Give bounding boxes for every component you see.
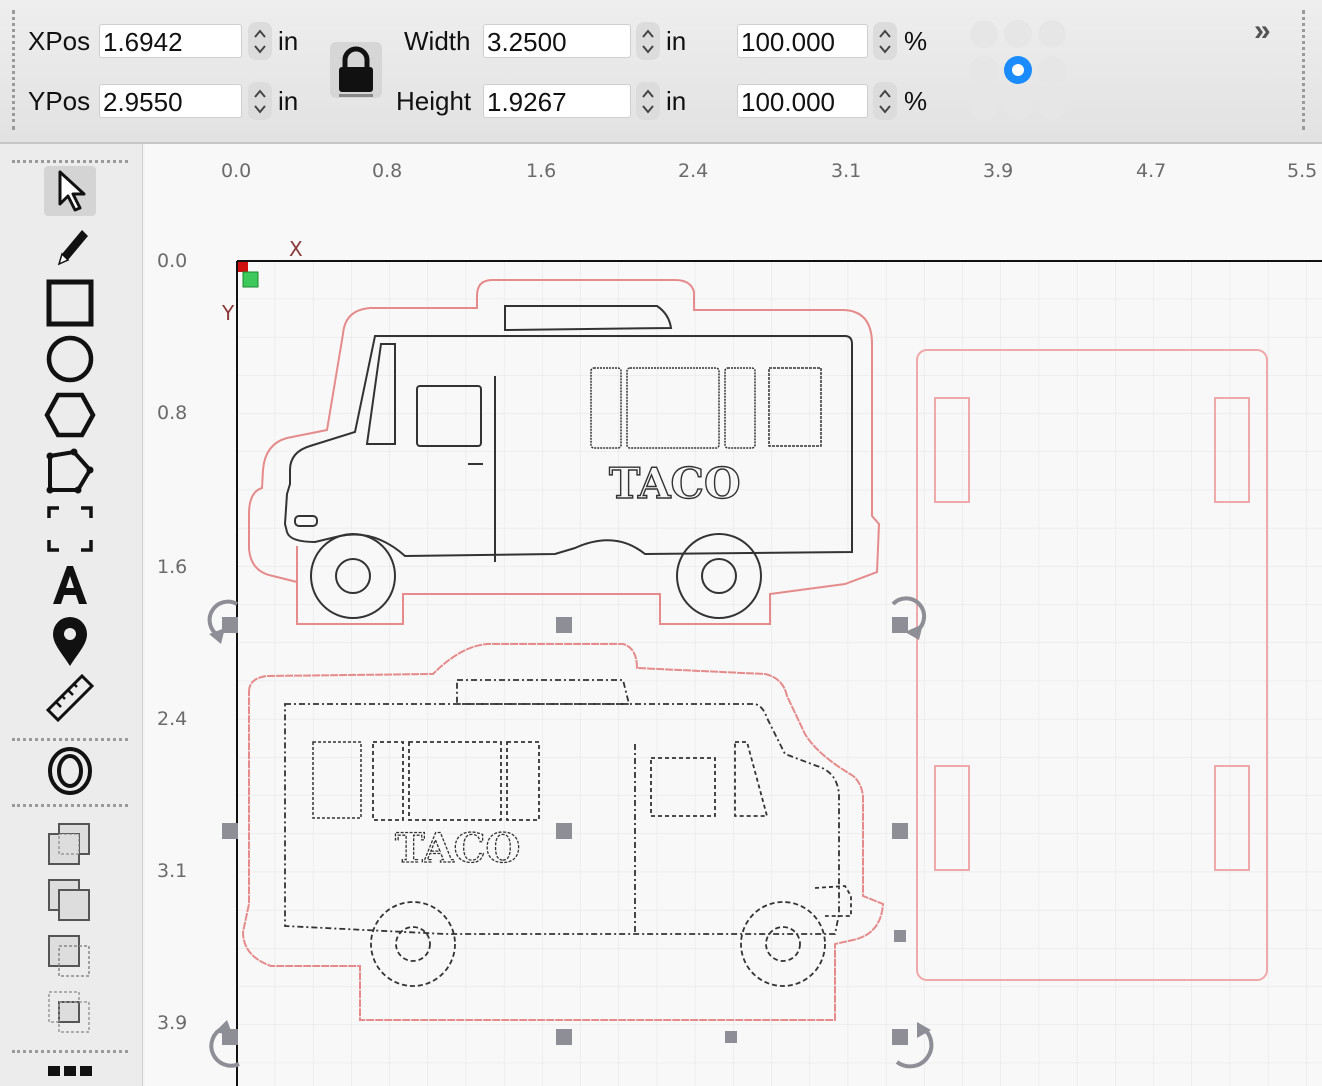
scale-y-unit: % [904,86,928,116]
frame-icon [47,506,93,552]
toolbar-grip[interactable] [12,10,15,130]
boolean-exclude-icon [48,991,90,1033]
offset-tool[interactable] [44,746,96,796]
resize-handle-bottom-right[interactable] [892,1029,908,1045]
ypos-label: YPos [28,86,91,116]
origin-x-label: X [289,237,303,261]
design-canvas[interactable]: 0.0 0.8 1.6 2.4 3.1 3.9 4.7 5.5 0.0 0.8 … [145,144,1322,1086]
height-input[interactable]: 1.9267 [483,84,631,118]
scale-y-input[interactable]: 100.000 [737,84,868,118]
width-label: Width [404,26,471,56]
boolean-intersect-tool[interactable] [44,932,96,982]
anchor-middle-left[interactable] [970,56,998,84]
top-toolbar: XPos 1.6942 in YPos 2.9550 in Width 3.25… [0,0,1322,144]
boolean-intersect-icon [48,935,90,977]
xpos-label: XPos [28,26,91,56]
lock-icon [339,46,373,97]
anchor-middle-right[interactable] [1038,56,1066,84]
anchor-top-left[interactable] [970,20,998,48]
resize-handle-right[interactable] [892,823,908,839]
lock-aspect-button[interactable] [330,42,382,98]
resize-handle-bottom-mid[interactable] [725,1031,737,1043]
polygon-tool[interactable] [44,390,96,440]
sidebar-divider-2 [12,804,128,807]
select-icon [58,170,86,212]
text-icon [53,566,87,604]
text-tool[interactable] [44,560,96,610]
polygon-icon [44,392,96,438]
ellipse-tool[interactable] [44,334,96,384]
resize-handle-top-right[interactable] [892,617,908,633]
origin-y-label: Y [221,301,235,325]
measure-icon [45,673,95,722]
scale-x-stepper[interactable] [873,22,897,60]
scale-x-unit: % [904,26,928,56]
origin-marker [238,262,248,272]
boolean-subtract-icon [48,879,90,921]
pencil-tool[interactable] [44,222,96,272]
toolbar-grip-right[interactable] [1302,10,1305,130]
xpos-unit: in [278,26,299,56]
ellipse-icon [46,335,94,383]
resize-handle-left[interactable] [222,823,238,839]
width-input[interactable]: 3.2500 [483,24,631,58]
pencil-icon [57,230,88,266]
boolean-subtract-tool[interactable] [44,876,96,926]
resize-handle-top-left[interactable] [222,617,238,633]
laser-position-marker [242,271,259,288]
anchor-top-center[interactable] [1004,20,1032,48]
node-polygon-tool[interactable] [44,446,96,496]
xpos-input[interactable]: 1.6942 [99,24,242,58]
sidebar-divider-3 [12,1050,128,1053]
resize-handle-bottom[interactable] [556,1029,572,1045]
boolean-union-tool[interactable] [44,820,96,870]
anchor-bottom-right[interactable] [1038,92,1066,120]
height-stepper[interactable] [636,82,660,120]
ypos-unit: in [278,86,299,116]
anchor-point-selector [965,18,1075,126]
offset-icon [48,747,92,795]
anchor-top-right[interactable] [1038,20,1066,48]
anchor-bottom-left[interactable] [970,92,998,120]
scale-y-stepper[interactable] [873,82,897,120]
sidebar-divider [12,738,128,741]
ypos-input[interactable]: 2.9550 [99,84,242,118]
width-stepper[interactable] [636,22,660,60]
taco-text-top: TACO [609,459,741,508]
measure-tool[interactable] [44,672,96,722]
grid-array-tool[interactable] [44,1058,96,1086]
boolean-exclude-tool[interactable] [44,988,96,1038]
ypos-stepper[interactable] [248,82,272,120]
select-tool[interactable] [44,166,96,216]
workspace: X Y TACO TACO [207,237,1322,1086]
scale-x-input[interactable]: 100.000 [737,24,868,58]
node-polygon-icon [46,448,94,494]
toolbar-overflow-button[interactable]: » [1254,14,1271,48]
position-pin-icon [53,617,87,666]
frame-tool[interactable] [44,504,96,554]
height-label: Height [396,86,472,116]
grid-array-icon [48,1066,92,1076]
tool-sidebar [0,144,143,1086]
position-tool[interactable] [44,616,96,666]
anchor-center[interactable] [1004,56,1032,84]
boolean-union-icon [48,823,90,865]
rectangle-icon [46,279,94,327]
rectangle-tool[interactable] [44,278,96,328]
anchor-bottom-center[interactable] [1004,92,1032,120]
height-unit: in [666,86,687,116]
resize-handle-right-lower[interactable] [894,930,906,942]
width-unit: in [666,26,687,56]
xpos-stepper[interactable] [248,22,272,60]
sidebar-grip[interactable] [12,160,128,163]
resize-handle-center[interactable] [556,823,572,839]
resize-handle-top[interactable] [556,617,572,633]
taco-text-bottom: TACO [395,825,520,872]
